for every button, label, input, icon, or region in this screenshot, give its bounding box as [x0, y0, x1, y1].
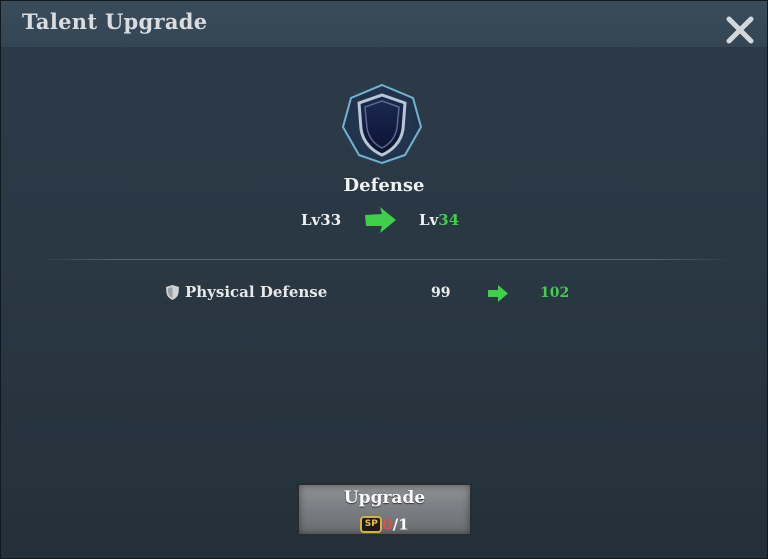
close-icon — [726, 16, 754, 44]
close-button[interactable] — [723, 13, 757, 47]
dialog-title: Talent Upgrade — [22, 9, 208, 34]
level-prefix: Lv — [301, 211, 321, 229]
level-current: Lv33 — [301, 211, 341, 229]
talent-upgrade-dialog: Talent Upgrade Defense Lv33 Lv34 Physica… — [0, 0, 768, 559]
cost-have: 0 — [382, 515, 393, 534]
shield-icon — [340, 83, 424, 167]
stat-next-value: 102 — [540, 285, 570, 301]
level-next: Lv34 — [419, 211, 459, 229]
level-prefix: Lv — [419, 211, 439, 229]
divider — [37, 259, 733, 260]
sp-icon: SP — [360, 516, 383, 533]
dialog-header: Talent Upgrade — [1, 1, 767, 48]
cost-need: /1 — [392, 515, 409, 534]
talent-name: Defense — [343, 175, 425, 196]
arrow-right-icon — [488, 285, 508, 302]
shield-small-icon — [166, 285, 179, 300]
level-current-value: 33 — [320, 211, 342, 229]
upgrade-button[interactable]: Upgrade SP 0/1 — [297, 483, 472, 536]
arrow-right-icon — [365, 207, 396, 233]
upgrade-cost: SP 0/1 — [299, 514, 470, 534]
stat-row: Physical Defense 99 102 — [1, 281, 767, 305]
level-next-value: 34 — [438, 211, 460, 229]
upgrade-label: Upgrade — [343, 488, 426, 508]
stat-current-value: 99 — [431, 285, 451, 301]
stat-label: Physical Defense — [185, 283, 328, 301]
